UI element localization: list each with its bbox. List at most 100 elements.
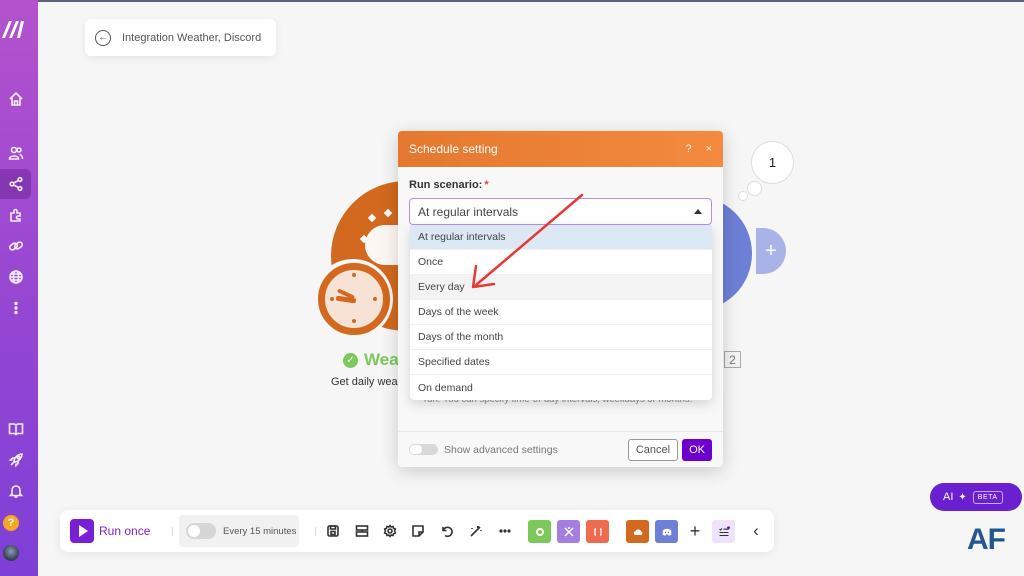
sidebar-item-connections[interactable] (0, 231, 31, 261)
run-scenario-label: Run scenario: * (409, 179, 489, 191)
dialog-close-button[interactable]: × (706, 143, 712, 155)
caret-up-icon (694, 209, 702, 214)
beta-badge: BETA (972, 490, 1003, 504)
sidebar-item-more[interactable] (0, 293, 31, 323)
more-vertical-icon (13, 301, 18, 315)
sidebar-item-notifications[interactable] (0, 476, 31, 506)
user-avatar[interactable] (3, 545, 19, 561)
schedule-toggle[interactable] (186, 523, 216, 539)
rocket-icon (8, 453, 23, 468)
toolbar-divider (172, 527, 173, 536)
ai-assistant-button[interactable]: AI ✦ BETA (930, 483, 1022, 511)
advanced-settings-label: Show advanced settings (444, 443, 558, 456)
schedule-setting-dialog: Schedule setting ? × Run scenario: * At r… (398, 131, 723, 467)
add-module-button[interactable]: + (756, 228, 786, 274)
users-icon (8, 146, 23, 160)
book-icon (8, 423, 23, 436)
text-parser-button[interactable] (586, 520, 609, 543)
notes-button[interactable] (410, 523, 426, 539)
bubble-dot (747, 181, 762, 196)
undo-icon (442, 526, 453, 538)
ai-label: AI (943, 491, 954, 503)
weather-module-title: ✓ Wea (343, 350, 399, 370)
option-on-demand[interactable]: On demand (410, 375, 712, 400)
settings-icon (383, 524, 397, 538)
weather-module-description: Get daily wea (331, 376, 398, 388)
schedule-label: Every 15 minutes (223, 525, 297, 537)
checklist-icon (718, 525, 730, 536)
scenario-settings-button[interactable] (382, 523, 398, 539)
operations-bubble[interactable]: 1 (751, 141, 794, 184)
scenario-title: Integration Weather, Discord (122, 31, 262, 44)
dialog-header: Schedule setting ? × (398, 131, 723, 167)
save-button[interactable] (325, 523, 341, 539)
sidebar-item-docs[interactable] (0, 414, 31, 444)
run-scenario-select[interactable]: At regular intervals (409, 198, 712, 225)
help-label: ? (7, 517, 15, 529)
sidebar-item-whats-new[interactable] (0, 445, 31, 475)
more-button[interactable] (497, 523, 513, 539)
run-scenario-value: At regular intervals (418, 204, 519, 219)
text-parser-icon (593, 527, 602, 536)
operations-count: 1 (768, 155, 777, 170)
option-once[interactable]: Once (410, 250, 712, 275)
save-icon (327, 525, 339, 537)
toolbar-divider (315, 527, 316, 536)
discord-app-button[interactable] (655, 520, 678, 543)
sidebar-item-team[interactable] (0, 138, 31, 168)
check-icon: ✓ (343, 352, 358, 368)
make-logo[interactable] (0, 18, 26, 40)
bubble-dot (738, 191, 748, 201)
option-days-of-the-week[interactable]: Days of the week (410, 300, 712, 325)
back-arrow-icon[interactable]: ← (95, 29, 111, 46)
weather-app-button[interactable] (626, 520, 649, 543)
dialog-title: Schedule setting (409, 142, 498, 156)
breadcrumb[interactable]: ← Integration Weather, Discord (85, 19, 276, 56)
weather-module-name: Wea (364, 350, 399, 369)
add-app-button[interactable]: + (687, 521, 703, 541)
auto-align-button[interactable] (468, 523, 484, 539)
cancel-button[interactable]: Cancel (627, 438, 679, 461)
sidebar-item-home[interactable] (0, 84, 31, 114)
puzzle-icon (9, 208, 21, 222)
ok-button[interactable]: OK (682, 438, 712, 461)
undo-button[interactable] (439, 523, 455, 539)
link-icon (8, 241, 23, 251)
bell-icon (8, 485, 23, 498)
sidebar: ? (0, 0, 38, 576)
scenario-checklist-button[interactable] (712, 520, 735, 543)
collapse-toolbar-button[interactable]: ‹ (748, 521, 764, 540)
discord-icon (662, 528, 671, 536)
option-days-of-the-month[interactable]: Days of the month (410, 325, 712, 350)
run-once-button[interactable] (70, 519, 94, 543)
sidebar-item-scenarios[interactable] (0, 169, 31, 199)
share-icon (8, 176, 23, 192)
auto-align-icon (470, 526, 482, 537)
schedule-clock-icon[interactable] (318, 263, 390, 335)
option-specified-dates[interactable]: Specified dates (410, 350, 712, 375)
window-top-border (0, 0, 1024, 2)
sidebar-item-webhooks[interactable] (0, 262, 31, 292)
option-at-regular-intervals[interactable]: At regular intervals (410, 225, 712, 250)
more-horizontal-icon (499, 529, 511, 533)
tools-button[interactable] (528, 520, 551, 543)
option-every-day[interactable]: Every day (410, 275, 712, 300)
watermark-logo: AF (967, 523, 1006, 556)
flow-control-icon (563, 526, 574, 537)
run-once-label[interactable]: Run once (99, 524, 150, 538)
scenario-toolbar: Run once Every 15 minutes + ‹ (60, 510, 774, 552)
module-id: 2 (729, 352, 736, 367)
help-button[interactable]: ? (3, 515, 19, 531)
advanced-settings-toggle[interactable] (409, 444, 438, 455)
notes-icon (412, 525, 424, 537)
dialog-help-button[interactable]: ? (685, 143, 691, 155)
sparkle-icon: ✦ (958, 491, 967, 503)
scenario-io-button[interactable] (354, 523, 370, 539)
flow-control-button[interactable] (557, 520, 580, 543)
sidebar-item-apps[interactable] (0, 200, 31, 230)
globe-icon (8, 270, 23, 284)
run-scenario-label-text: Run scenario: (409, 179, 483, 191)
home-icon (8, 91, 23, 106)
scenario-io-icon (355, 525, 369, 537)
schedule-control[interactable]: Every 15 minutes (179, 515, 299, 547)
